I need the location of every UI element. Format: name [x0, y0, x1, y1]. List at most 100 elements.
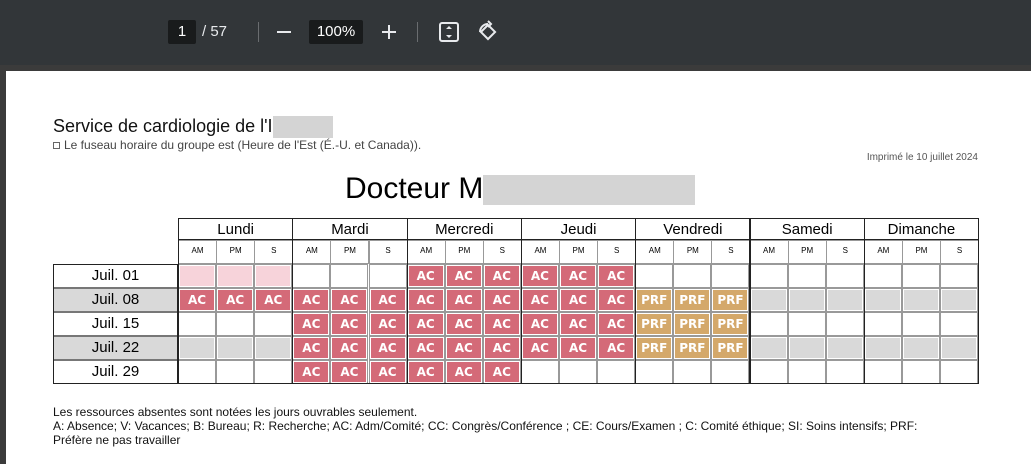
schedule-cell[interactable]: AC: [368, 312, 407, 336]
schedule-cell[interactable]: [825, 312, 864, 336]
schedule-cell[interactable]: PRF: [635, 312, 674, 336]
schedule-cell[interactable]: AC: [597, 264, 636, 288]
schedule-cell[interactable]: [216, 336, 255, 360]
schedule-cell[interactable]: [787, 264, 826, 288]
schedule-cell[interactable]: [901, 312, 940, 336]
schedule-cell[interactable]: AC: [559, 312, 598, 336]
schedule-cell[interactable]: [787, 312, 826, 336]
schedule-cell[interactable]: [863, 264, 902, 288]
schedule-cell[interactable]: AC: [330, 288, 369, 312]
schedule-cell[interactable]: [940, 360, 979, 384]
schedule-cell[interactable]: AC: [178, 288, 217, 312]
zoom-out-button[interactable]: [272, 20, 296, 44]
schedule-cell[interactable]: AC: [597, 312, 636, 336]
schedule-cell[interactable]: [863, 312, 902, 336]
schedule-cell[interactable]: [825, 264, 864, 288]
schedule-cell[interactable]: [254, 336, 293, 360]
page-number-input[interactable]: 1: [168, 20, 196, 44]
schedule-cell[interactable]: [825, 288, 864, 312]
schedule-cell[interactable]: AC: [292, 360, 331, 384]
schedule-cell[interactable]: AC: [444, 336, 483, 360]
schedule-cell[interactable]: [711, 264, 750, 288]
schedule-cell[interactable]: [520, 360, 559, 384]
schedule-cell[interactable]: [292, 264, 331, 288]
schedule-cell[interactable]: [178, 360, 217, 384]
schedule-cell[interactable]: [254, 264, 293, 288]
schedule-cell[interactable]: [673, 264, 712, 288]
schedule-cell[interactable]: [749, 264, 788, 288]
schedule-cell[interactable]: AC: [444, 312, 483, 336]
schedule-cell[interactable]: AC: [368, 360, 407, 384]
schedule-cell[interactable]: [863, 288, 902, 312]
schedule-cell[interactable]: [559, 360, 598, 384]
schedule-cell[interactable]: AC: [406, 288, 445, 312]
schedule-cell[interactable]: [178, 336, 217, 360]
schedule-cell[interactable]: [787, 288, 826, 312]
schedule-cell[interactable]: [673, 360, 712, 384]
schedule-cell[interactable]: [635, 360, 674, 384]
schedule-cell[interactable]: AC: [330, 360, 369, 384]
schedule-cell[interactable]: [216, 312, 255, 336]
schedule-cell[interactable]: [901, 336, 940, 360]
schedule-cell[interactable]: PRF: [673, 336, 712, 360]
schedule-cell[interactable]: AC: [292, 312, 331, 336]
schedule-cell[interactable]: AC: [406, 336, 445, 360]
schedule-cell[interactable]: [216, 264, 255, 288]
schedule-cell[interactable]: [940, 264, 979, 288]
schedule-cell[interactable]: AC: [330, 336, 369, 360]
schedule-cell[interactable]: AC: [482, 264, 521, 288]
schedule-cell[interactable]: AC: [559, 264, 598, 288]
fit-page-button[interactable]: [437, 20, 461, 44]
schedule-cell[interactable]: AC: [292, 288, 331, 312]
schedule-cell[interactable]: AC: [520, 312, 559, 336]
schedule-cell[interactable]: [749, 312, 788, 336]
schedule-cell[interactable]: PRF: [711, 288, 750, 312]
schedule-cell[interactable]: AC: [482, 360, 521, 384]
schedule-cell[interactable]: [863, 336, 902, 360]
schedule-cell[interactable]: [787, 336, 826, 360]
schedule-cell[interactable]: AC: [406, 264, 445, 288]
schedule-cell[interactable]: [749, 288, 788, 312]
schedule-cell[interactable]: [597, 360, 636, 384]
schedule-cell[interactable]: AC: [406, 360, 445, 384]
schedule-cell[interactable]: [901, 288, 940, 312]
schedule-cell[interactable]: [863, 360, 902, 384]
schedule-cell[interactable]: [749, 360, 788, 384]
schedule-cell[interactable]: AC: [482, 336, 521, 360]
schedule-cell[interactable]: AC: [520, 336, 559, 360]
schedule-cell[interactable]: [178, 312, 217, 336]
rotate-button[interactable]: [476, 20, 500, 44]
schedule-cell[interactable]: [940, 312, 979, 336]
schedule-cell[interactable]: AC: [597, 336, 636, 360]
schedule-cell[interactable]: AC: [368, 336, 407, 360]
schedule-cell[interactable]: AC: [444, 264, 483, 288]
schedule-cell[interactable]: AC: [520, 288, 559, 312]
schedule-cell[interactable]: [787, 360, 826, 384]
schedule-cell[interactable]: [825, 336, 864, 360]
schedule-cell[interactable]: PRF: [711, 336, 750, 360]
schedule-cell[interactable]: PRF: [673, 312, 712, 336]
schedule-cell[interactable]: [825, 360, 864, 384]
schedule-cell[interactable]: AC: [482, 312, 521, 336]
schedule-cell[interactable]: AC: [292, 336, 331, 360]
schedule-cell[interactable]: PRF: [635, 288, 674, 312]
schedule-cell[interactable]: [368, 264, 407, 288]
schedule-cell[interactable]: AC: [482, 288, 521, 312]
schedule-cell[interactable]: [940, 288, 979, 312]
schedule-cell[interactable]: [178, 264, 217, 288]
schedule-cell[interactable]: AC: [597, 288, 636, 312]
schedule-cell[interactable]: AC: [444, 360, 483, 384]
schedule-cell[interactable]: [711, 360, 750, 384]
schedule-cell[interactable]: AC: [216, 288, 255, 312]
schedule-cell[interactable]: [254, 312, 293, 336]
schedule-cell[interactable]: [330, 264, 369, 288]
schedule-cell[interactable]: AC: [444, 288, 483, 312]
schedule-cell[interactable]: AC: [559, 288, 598, 312]
schedule-cell[interactable]: AC: [406, 312, 445, 336]
schedule-cell[interactable]: AC: [254, 288, 293, 312]
schedule-cell[interactable]: PRF: [673, 288, 712, 312]
schedule-cell[interactable]: [749, 336, 788, 360]
schedule-cell[interactable]: AC: [520, 264, 559, 288]
schedule-cell[interactable]: [940, 336, 979, 360]
schedule-cell[interactable]: AC: [559, 336, 598, 360]
